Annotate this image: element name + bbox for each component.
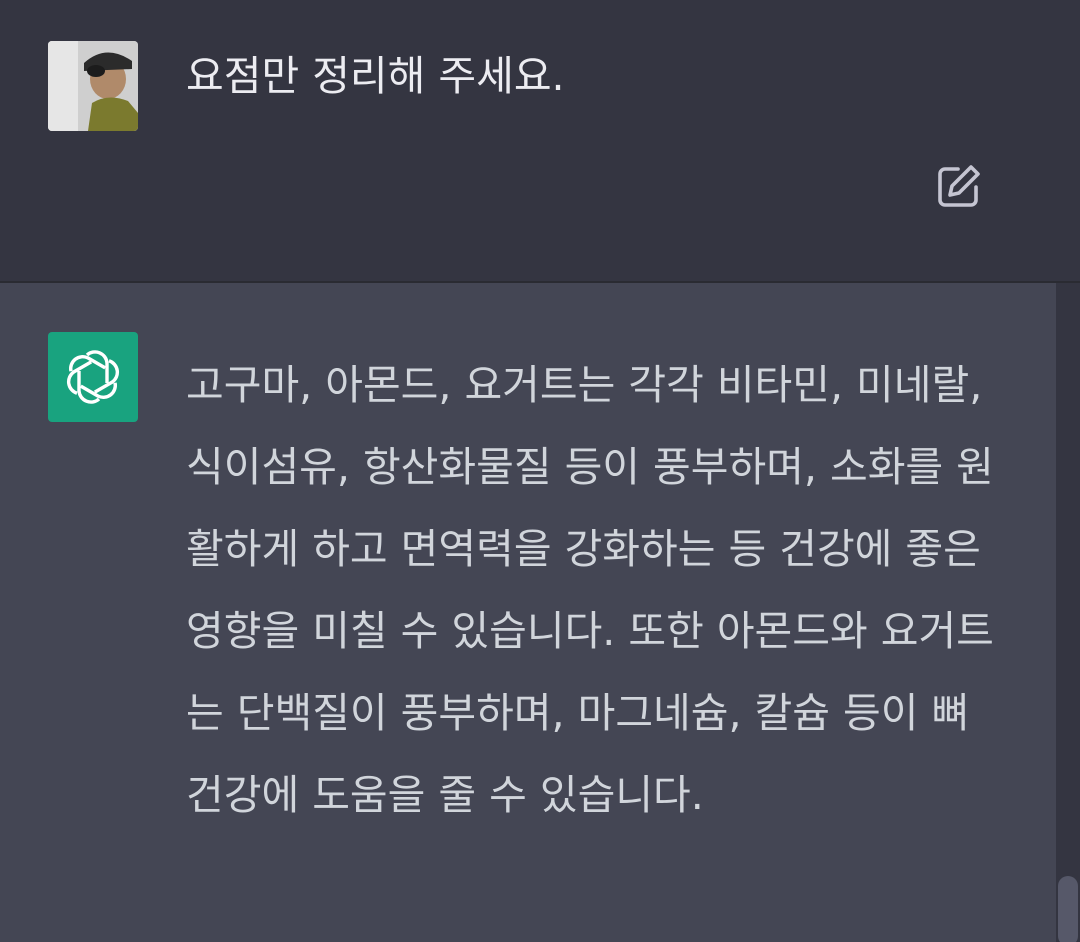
user-photo-icon (48, 41, 138, 131)
edit-icon[interactable] (936, 163, 982, 209)
assistant-message-row: 고구마, 아몬드, 요거트는 각각 비타민, 미네랄, 식이섬유, 항산화물질 … (0, 283, 1056, 942)
chat-conversation: 요점만 정리해 주세요. 고구마, 아몬드, 요거트는 각각 비타민, 미네랄,… (0, 0, 1080, 942)
openai-logo-icon (48, 332, 138, 422)
user-message-text: 요점만 정리해 주세요. (186, 52, 565, 100)
scrollbar-track (1056, 283, 1080, 942)
user-avatar (48, 41, 138, 131)
assistant-message-paragraph: 고구마, 아몬드, 요거트는 각각 비타민, 미네랄, 식이섬유, 항산화물질 … (186, 361, 994, 819)
assistant-message-text: 고구마, 아몬드, 요거트는 각각 비타민, 미네랄, 식이섬유, 항산화물질 … (186, 344, 1006, 836)
user-message-row: 요점만 정리해 주세요. (0, 0, 1080, 283)
scrollbar-thumb[interactable] (1058, 876, 1078, 942)
